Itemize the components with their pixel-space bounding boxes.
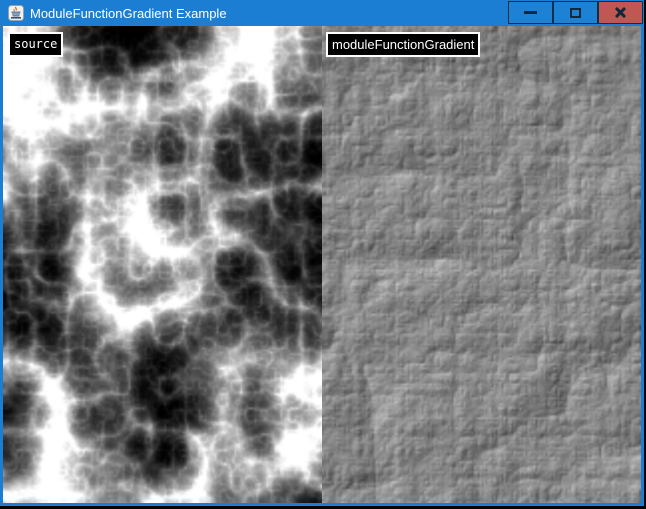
maximize-button[interactable] [553, 1, 598, 24]
minimize-button[interactable] [508, 1, 553, 24]
window-title: ModuleFunctionGradient Example [30, 6, 227, 21]
source-label: source [8, 32, 63, 57]
java-coffee-cup-icon [8, 5, 24, 21]
module-function-gradient-label: moduleFunctionGradient [326, 32, 480, 57]
maximize-icon [570, 8, 581, 18]
minimize-icon [524, 11, 537, 14]
source-image-panel: source [3, 26, 322, 503]
window-controls [508, 1, 643, 24]
image-area: source moduleFunctionGradient [3, 26, 641, 503]
close-icon [614, 6, 627, 19]
module-function-gradient-panel: moduleFunctionGradient [322, 26, 641, 503]
app-window: ModuleFunctionGradient Example source mo… [0, 0, 644, 506]
source-image [3, 26, 322, 503]
close-button[interactable] [598, 1, 643, 24]
titlebar[interactable]: ModuleFunctionGradient Example [0, 0, 644, 26]
module-function-gradient-image [322, 26, 641, 503]
